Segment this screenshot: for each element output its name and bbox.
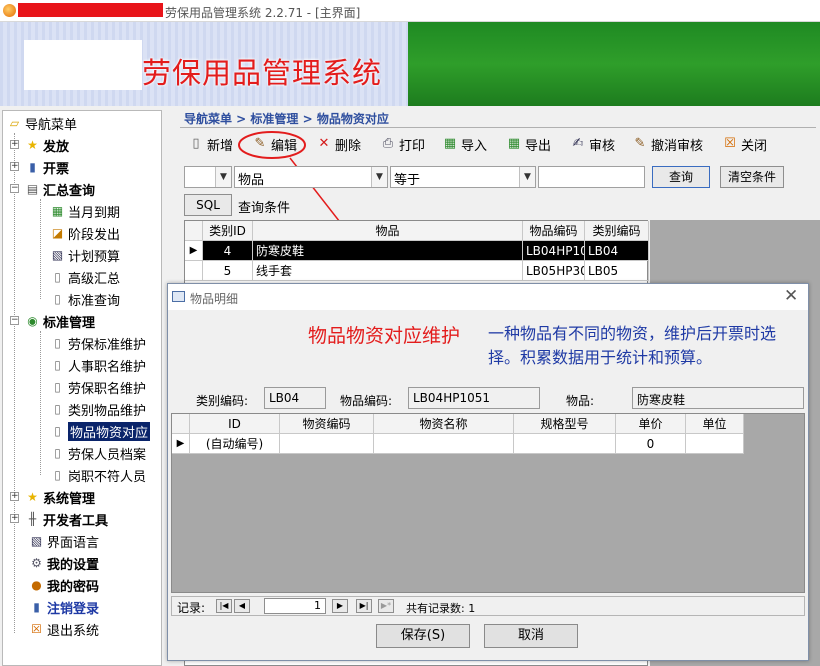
record-label: 记录: [177, 601, 206, 615]
column-header[interactable]: 物品 [253, 221, 523, 241]
chevron-down-icon: ▼ [519, 167, 535, 187]
row-header-corner [185, 221, 203, 241]
dialog-title: 物品明细 [190, 292, 239, 306]
bracket-select[interactable]: ▼ [184, 166, 232, 188]
operator-select[interactable]: 等于 ▼ [390, 166, 536, 188]
category-code-label: 类别编码: [196, 394, 249, 408]
record-count: 共有记录数: 1 [406, 602, 476, 615]
column-header[interactable]: 物品编码 [523, 221, 585, 241]
save-button[interactable]: 保存(S) [376, 624, 470, 648]
column-header[interactable]: 类别编码 [585, 221, 649, 241]
table-cell[interactable]: 0 [616, 434, 686, 454]
table-cell[interactable] [280, 434, 374, 454]
last-record-button[interactable]: ▶| [356, 599, 372, 613]
sql-button[interactable]: SQL [184, 194, 232, 216]
current-row-indicator: ▶ [172, 434, 190, 454]
category-code-field[interactable]: LB04 [264, 387, 326, 409]
table-cell[interactable]: 4 [203, 241, 253, 261]
current-row-indicator: ▶ [185, 241, 203, 261]
row-header-corner [172, 414, 190, 434]
search-button[interactable]: 查询 [652, 166, 710, 188]
table-cell[interactable] [686, 434, 744, 454]
table-cell[interactable]: LB04HP1051 [523, 241, 585, 261]
record-navigator: 记录: |◀ ◀ 1 ▶ ▶| ▶* 共有记录数: 1 [171, 596, 805, 616]
table-cell[interactable]: LB05HP3001 [523, 261, 585, 281]
edit-highlight-ellipse [238, 131, 306, 159]
column-header[interactable]: ID [190, 414, 280, 434]
close-icon[interactable]: ✕ [784, 286, 798, 306]
column-header[interactable]: 单位 [686, 414, 744, 434]
table-cell[interactable] [374, 434, 514, 454]
query-value-input[interactable] [538, 166, 645, 188]
chevron-down-icon: ▼ [215, 167, 231, 187]
column-header[interactable]: 物资编码 [280, 414, 374, 434]
table-cell[interactable] [514, 434, 616, 454]
item-code-label: 物品编码: [340, 394, 393, 408]
item-code-field[interactable]: LB04HP1051 [408, 387, 540, 409]
column-header[interactable]: 规格型号 [514, 414, 616, 434]
table-cell[interactable]: 5 [203, 261, 253, 281]
query-condition-label: 查询条件 [238, 201, 291, 216]
prev-record-button[interactable]: ◀ [234, 599, 250, 613]
next-record-button[interactable]: ▶ [332, 599, 348, 613]
item-detail-dialog: 物品明细 ✕ 物品物资对应维护 一种物品有不同的物资，维护后开票时选择。积累数据… [167, 283, 809, 661]
column-header[interactable]: 类别ID [203, 221, 253, 241]
new-record-button[interactable]: ▶* [378, 599, 394, 613]
item-field[interactable]: 防寒皮鞋 [632, 387, 804, 409]
annotation-description: 一种物品有不同的物资，维护后开票时选择。积累数据用于统计和预算。 [488, 324, 777, 367]
field-select[interactable]: 物品 ▼ [234, 166, 388, 188]
table-cell[interactable]: 防寒皮鞋 [253, 241, 523, 261]
chevron-down-icon: ▼ [371, 167, 387, 187]
column-header[interactable]: 物资名称 [374, 414, 514, 434]
clear-conditions-button[interactable]: 清空条件 [720, 166, 784, 188]
table-cell[interactable]: 线手套 [253, 261, 523, 281]
dialog-titlebar [168, 284, 808, 310]
form-icon [172, 291, 185, 302]
column-header[interactable]: 单价 [616, 414, 686, 434]
table-cell[interactable]: LB04 [585, 241, 649, 261]
table-cell[interactable]: (自动编号) [190, 434, 280, 454]
table-cell[interactable]: LB05 [585, 261, 649, 281]
cancel-button[interactable]: 取消 [484, 624, 578, 648]
row-header [185, 261, 203, 281]
item-label: 物品: [566, 394, 595, 408]
material-grid: ID 物资编码 物资名称 规格型号 单价 单位 ▶ (自动编号) 0 [171, 413, 805, 593]
first-record-button[interactable]: |◀ [216, 599, 232, 613]
record-index-input[interactable]: 1 [264, 598, 326, 614]
annotation-title: 物品物资对应维护 [308, 325, 461, 347]
